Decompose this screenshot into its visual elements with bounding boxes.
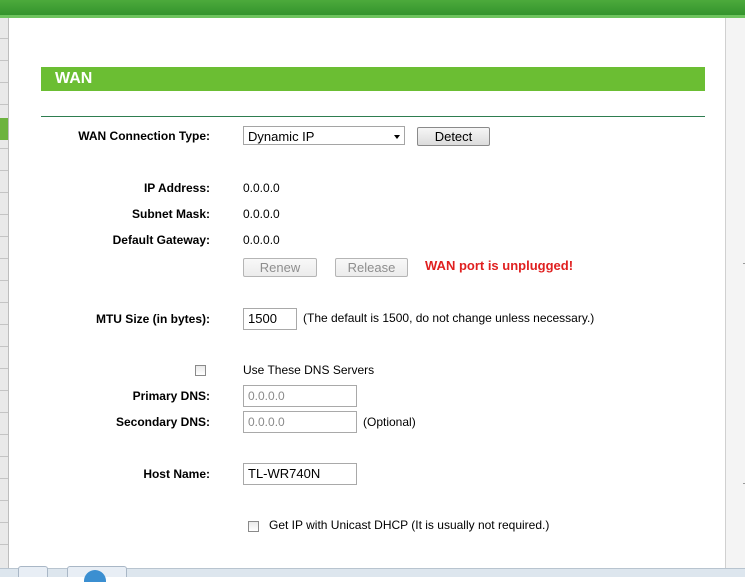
wan-unplugged-warning: WAN port is unplugged! bbox=[425, 258, 574, 273]
mtu-size-input[interactable]: 1500 bbox=[243, 308, 297, 330]
use-dns-label: Use These DNS Servers bbox=[243, 363, 375, 377]
secondary-dns-optional-note: (Optional) bbox=[363, 415, 416, 429]
menu-divider bbox=[0, 104, 8, 105]
primary-dns-label: Primary DNS: bbox=[132, 389, 210, 403]
header-divider bbox=[41, 116, 705, 117]
secondary-dns-label: Secondary DNS: bbox=[115, 415, 210, 429]
menu-divider bbox=[0, 390, 8, 391]
mtu-size-label: MTU Size (in bytes): bbox=[95, 312, 210, 326]
mtu-note: (The default is 1500, do not change unle… bbox=[303, 311, 595, 325]
menu-divider bbox=[0, 148, 8, 149]
menu-divider bbox=[0, 302, 8, 303]
left-menu-frame bbox=[0, 18, 9, 570]
detect-button[interactable]: Detect bbox=[417, 127, 490, 146]
menu-divider bbox=[0, 522, 8, 523]
section-header: WAN bbox=[41, 67, 705, 91]
browser-top-bar-highlight bbox=[0, 15, 745, 18]
unicast-dhcp-label: Get IP with Unicast DHCP (It is usually … bbox=[269, 518, 550, 532]
default-gateway-value: 0.0.0.0 bbox=[243, 233, 280, 247]
secondary-dns-input[interactable]: 0.0.0.0 bbox=[243, 411, 357, 433]
taskbar-button[interactable] bbox=[18, 566, 48, 577]
menu-divider bbox=[0, 214, 8, 215]
unicast-dhcp-checkbox[interactable] bbox=[248, 521, 259, 532]
menu-divider bbox=[0, 280, 8, 281]
menu-divider bbox=[0, 192, 8, 193]
menu-divider bbox=[0, 346, 8, 347]
menu-divider bbox=[0, 456, 8, 457]
connection-type-select[interactable]: Dynamic IP bbox=[243, 126, 405, 145]
section-title: WAN bbox=[55, 70, 93, 87]
release-button[interactable]: Release bbox=[335, 258, 408, 277]
menu-divider bbox=[0, 258, 8, 259]
menu-divider bbox=[0, 434, 8, 435]
menu-divider bbox=[0, 38, 8, 39]
host-name-label: Host Name: bbox=[143, 467, 210, 481]
subnet-mask-label: Subnet Mask: bbox=[131, 207, 210, 221]
host-name-input[interactable]: TL-WR740N bbox=[243, 463, 357, 485]
renew-button[interactable]: Renew bbox=[243, 258, 317, 277]
chevron-down-icon bbox=[394, 135, 400, 139]
right-help-frame bbox=[726, 18, 745, 570]
menu-divider bbox=[0, 82, 8, 83]
use-dns-checkbox[interactable] bbox=[195, 365, 206, 376]
menu-divider bbox=[0, 412, 8, 413]
subnet-mask-value: 0.0.0.0 bbox=[243, 207, 280, 221]
ip-address-value: 0.0.0.0 bbox=[243, 181, 280, 195]
connection-type-value: Dynamic IP bbox=[248, 129, 315, 144]
menu-divider bbox=[0, 368, 8, 369]
menu-divider bbox=[0, 478, 8, 479]
menu-divider bbox=[0, 60, 8, 61]
menu-divider bbox=[0, 544, 8, 545]
menu-active-item[interactable] bbox=[0, 118, 8, 140]
default-gateway-label: Default Gateway: bbox=[112, 233, 210, 247]
menu-divider bbox=[0, 236, 8, 237]
menu-divider bbox=[0, 500, 8, 501]
menu-divider bbox=[0, 170, 8, 171]
connection-type-label: WAN Connection Type: bbox=[78, 129, 210, 143]
ip-address-label: IP Address: bbox=[143, 181, 210, 195]
primary-dns-input[interactable]: 0.0.0.0 bbox=[243, 385, 357, 407]
menu-divider bbox=[0, 324, 8, 325]
